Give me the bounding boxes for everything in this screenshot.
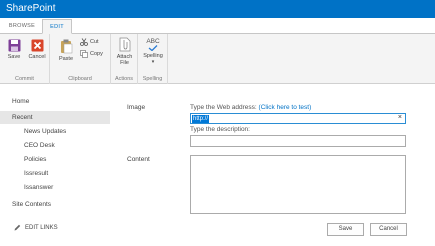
copy-label: Copy: [90, 51, 103, 57]
sharepoint-brand[interactable]: SharePoint: [6, 3, 55, 14]
chevron-down-icon: ▾: [151, 59, 155, 65]
commit-group-label: Commit: [15, 76, 34, 82]
ribbon-group-actions: Attach File Actions: [111, 34, 138, 84]
paste-button[interactable]: Paste: [56, 39, 76, 62]
save-icon: [8, 39, 20, 52]
image-field-label: Image: [127, 104, 146, 111]
copy-icon: [80, 50, 88, 58]
spelling-button[interactable]: ABC Spelling ▾: [140, 38, 166, 65]
web-address-prompt-text: Type the Web address:: [190, 104, 259, 111]
suite-bar: SharePoint: [0, 0, 435, 18]
ribbon: Save Cancel Commit Paste Cut Copy Clipbo…: [0, 34, 435, 84]
nav-item-site-contents[interactable]: Site Contents: [12, 201, 51, 208]
web-address-input[interactable]: http:// ×: [190, 113, 406, 124]
ribbon-tabs: BROWSE EDIT: [0, 18, 435, 34]
actions-group-label: Actions: [114, 76, 134, 82]
spelling-group-label: Spelling: [142, 76, 163, 82]
nav-item-policies[interactable]: Policies: [24, 156, 46, 163]
content-field-label: Content: [127, 156, 150, 163]
nav-item-issresult[interactable]: Issresult: [24, 170, 48, 177]
save-ribbon-label: Save: [7, 54, 21, 60]
attach-file-button[interactable]: Attach File: [113, 37, 136, 66]
cut-label: Cut: [90, 39, 99, 45]
web-address-prompt: Type the Web address: (Click here to tes…: [190, 104, 311, 111]
edit-links-label: EDIT LINKS: [25, 224, 58, 231]
scissors-icon: [80, 38, 88, 46]
paste-icon: [60, 39, 72, 54]
save-button[interactable]: Save: [327, 223, 364, 236]
nav-item-home[interactable]: Home: [12, 98, 29, 105]
description-prompt: Type the description:: [190, 126, 250, 133]
paste-label: Paste: [58, 56, 74, 62]
web-address-value: http://: [192, 115, 210, 123]
clear-icon[interactable]: ×: [398, 114, 402, 121]
copy-button[interactable]: Copy: [80, 50, 103, 58]
clipboard-group-label: Clipboard: [68, 76, 92, 82]
cancel-ribbon-label: Cancel: [28, 54, 46, 60]
cancel-button[interactable]: Cancel: [370, 223, 407, 236]
ribbon-group-clipboard: Paste Cut Copy Clipboard: [50, 34, 111, 84]
description-input[interactable]: [190, 135, 406, 147]
ribbon-group-commit: Save Cancel Commit: [0, 34, 50, 84]
nav-item-issanswer[interactable]: Issanswer: [24, 184, 53, 191]
abc-icon: ABC: [146, 38, 160, 45]
nav-item-recent[interactable]: Recent: [0, 111, 110, 124]
tab-browse[interactable]: BROWSE: [6, 19, 38, 34]
pencil-icon: [14, 224, 21, 231]
cancel-ribbon-button[interactable]: Cancel: [26, 39, 48, 60]
cut-button[interactable]: Cut: [80, 38, 99, 46]
ribbon-group-spelling: ABC Spelling ▾ Spelling: [138, 34, 168, 84]
attach-file-icon: [119, 37, 130, 52]
save-ribbon-button[interactable]: Save: [5, 39, 23, 60]
tab-edit[interactable]: EDIT: [42, 19, 72, 34]
attach-label-line2: File: [120, 60, 129, 66]
checkmark-icon: [148, 45, 158, 51]
cancel-icon: [31, 39, 43, 52]
edit-links-button[interactable]: EDIT LINKS: [14, 224, 58, 231]
nav-item-ceo-desk[interactable]: CEO Desk: [24, 142, 55, 149]
nav-item-news-updates[interactable]: News Updates: [24, 128, 66, 135]
test-link[interactable]: (Click here to test): [259, 104, 312, 111]
content-textarea[interactable]: [190, 155, 406, 214]
